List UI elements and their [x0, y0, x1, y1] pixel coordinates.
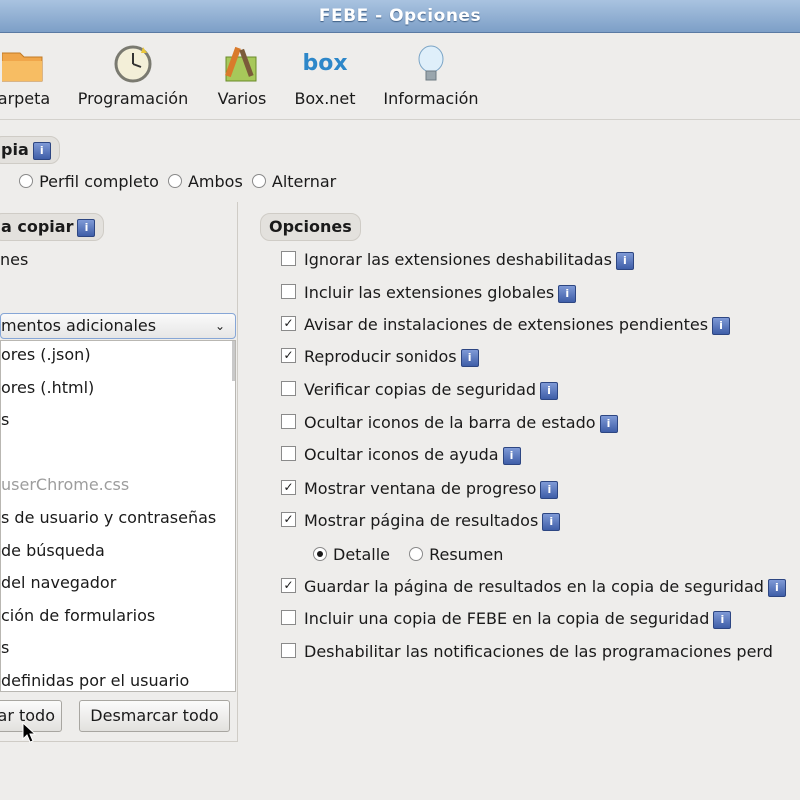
radio-circle	[19, 173, 34, 188]
radio-both[interactable]: Ambos	[167, 172, 243, 191]
window-title: FEBE - Opciones	[318, 6, 482, 26]
folder-icon	[2, 52, 43, 82]
checkbox[interactable]	[281, 610, 296, 625]
list-item[interactable]: ores (.html)	[1, 374, 235, 407]
tools-icon	[225, 46, 257, 82]
list-item[interactable]: s	[1, 406, 235, 439]
info-icon[interactable]: i	[540, 480, 559, 499]
checkbox[interactable]: ✓	[281, 512, 296, 527]
option-show-results-page[interactable]: ✓ Mostrar página de resultados i	[281, 509, 561, 533]
additional-items-list[interactable]: ores (.json) ores (.html) s userChrome.c…	[0, 340, 236, 692]
checkbox[interactable]	[281, 251, 296, 266]
list-item[interactable]: ción de formularios	[1, 602, 235, 635]
info-icon[interactable]: i	[460, 348, 479, 367]
option-show-progress[interactable]: ✓ Mostrar ventana de progreso i	[281, 477, 559, 501]
radio-summary[interactable]: Resumen	[409, 543, 503, 567]
info-icon[interactable]: i	[502, 446, 521, 465]
checkbox[interactable]	[281, 414, 296, 429]
checkbox[interactable]	[281, 284, 296, 299]
list-item[interactable]: s	[1, 634, 235, 667]
checkbox[interactable]	[281, 643, 296, 658]
list-scrollbar[interactable]	[232, 341, 235, 381]
radio-circle	[251, 173, 266, 188]
info-icon[interactable]: i	[540, 381, 559, 400]
chevron-down-icon: ⌄	[214, 319, 225, 333]
box-logo-icon: box	[302, 51, 348, 76]
radio-circle	[167, 173, 182, 188]
list-item[interactable]: s de usuario y contraseñas	[1, 504, 235, 537]
list-item[interactable]: definidas por el usuario	[1, 667, 235, 691]
info-icon[interactable]: i	[615, 251, 634, 270]
info-icon[interactable]: i	[558, 284, 577, 303]
group-title-options: Opciones	[260, 213, 361, 241]
window-title-bar: FEBE - Opciones	[0, 0, 800, 33]
toolbar-misc-button[interactable]: Varios	[212, 39, 272, 108]
radio-circle	[313, 546, 327, 561]
list-item[interactable]: del navegador	[1, 569, 235, 602]
results-mode-radios: Detalle Resumen	[313, 543, 507, 567]
info-icon[interactable]: i	[542, 512, 561, 531]
option-play-sounds[interactable]: ✓ Reproducir sonidos i	[281, 345, 479, 369]
toolbar-boxnet-button[interactable]: box Box.net	[290, 39, 360, 108]
radio-circle	[409, 546, 424, 561]
radio-alternate[interactable]: Alternar	[251, 172, 336, 191]
backup-type-radios: Perfil completo Ambos Alternar	[0, 172, 340, 196]
checkbox[interactable]	[281, 446, 296, 461]
mouse-cursor-icon	[22, 722, 36, 743]
info-icon[interactable]: i	[32, 141, 51, 160]
info-icon[interactable]: i	[599, 414, 618, 433]
checkbox[interactable]	[281, 381, 296, 396]
list-item[interactable]: userChrome.css	[1, 471, 235, 504]
deselect-all-button[interactable]: Desmarcar todo	[79, 700, 230, 732]
option-include-global[interactable]: Incluir las extensiones globales i	[281, 281, 577, 305]
radio-detail[interactable]: Detalle	[313, 543, 390, 567]
option-save-results-in-backup[interactable]: ✓ Guardar la página de resultados en la c…	[281, 575, 786, 599]
radio-full-profile[interactable]: Perfil completo	[19, 172, 159, 191]
checkbox[interactable]: ✓	[281, 316, 296, 331]
additional-items-select[interactable]: mentos adicionales ⌄	[0, 313, 236, 339]
list-item[interactable]	[1, 439, 235, 472]
info-icon[interactable]: i	[767, 578, 786, 597]
option-hide-statusbar-icons[interactable]: Ocultar iconos de la barra de estado i	[281, 411, 618, 435]
toolbar-schedule-button[interactable]: Programación	[74, 39, 192, 108]
list-item[interactable]: de búsqueda	[1, 537, 235, 570]
radio-partial[interactable]	[0, 172, 10, 191]
info-icon[interactable]: i	[712, 316, 731, 335]
checkbox[interactable]: ✓	[281, 578, 296, 593]
option-warn-pending[interactable]: ✓ Avisar de instalaciones de extensiones …	[281, 313, 731, 337]
option-disable-missed-notifications[interactable]: Deshabilitar las notificaciones de las p…	[281, 640, 773, 664]
group-title-backup-type: pia i	[0, 136, 60, 164]
clock-icon	[114, 45, 152, 83]
list-item[interactable]: ores (.json)	[1, 341, 235, 374]
checkbox[interactable]: ✓	[281, 480, 296, 495]
option-ignore-disabled[interactable]: Ignorar las extensiones deshabilitadas i	[281, 248, 634, 272]
option-hide-help-icons[interactable]: Ocultar iconos de ayuda i	[281, 443, 521, 467]
option-include-febe-copy[interactable]: Incluir una copia de FEBE en la copia de…	[281, 607, 732, 631]
toolbar: arpeta Programación Varios box Box.net I…	[0, 33, 800, 120]
option-verify-backups[interactable]: Verificar copias de seguridad i	[281, 378, 559, 402]
toolbar-folder-button[interactable]: arpeta	[0, 39, 54, 108]
lightbulb-icon	[418, 45, 444, 81]
checkbox[interactable]: ✓	[281, 348, 296, 363]
toolbar-info-button[interactable]: Información	[378, 39, 484, 108]
info-icon[interactable]: i	[713, 610, 732, 629]
